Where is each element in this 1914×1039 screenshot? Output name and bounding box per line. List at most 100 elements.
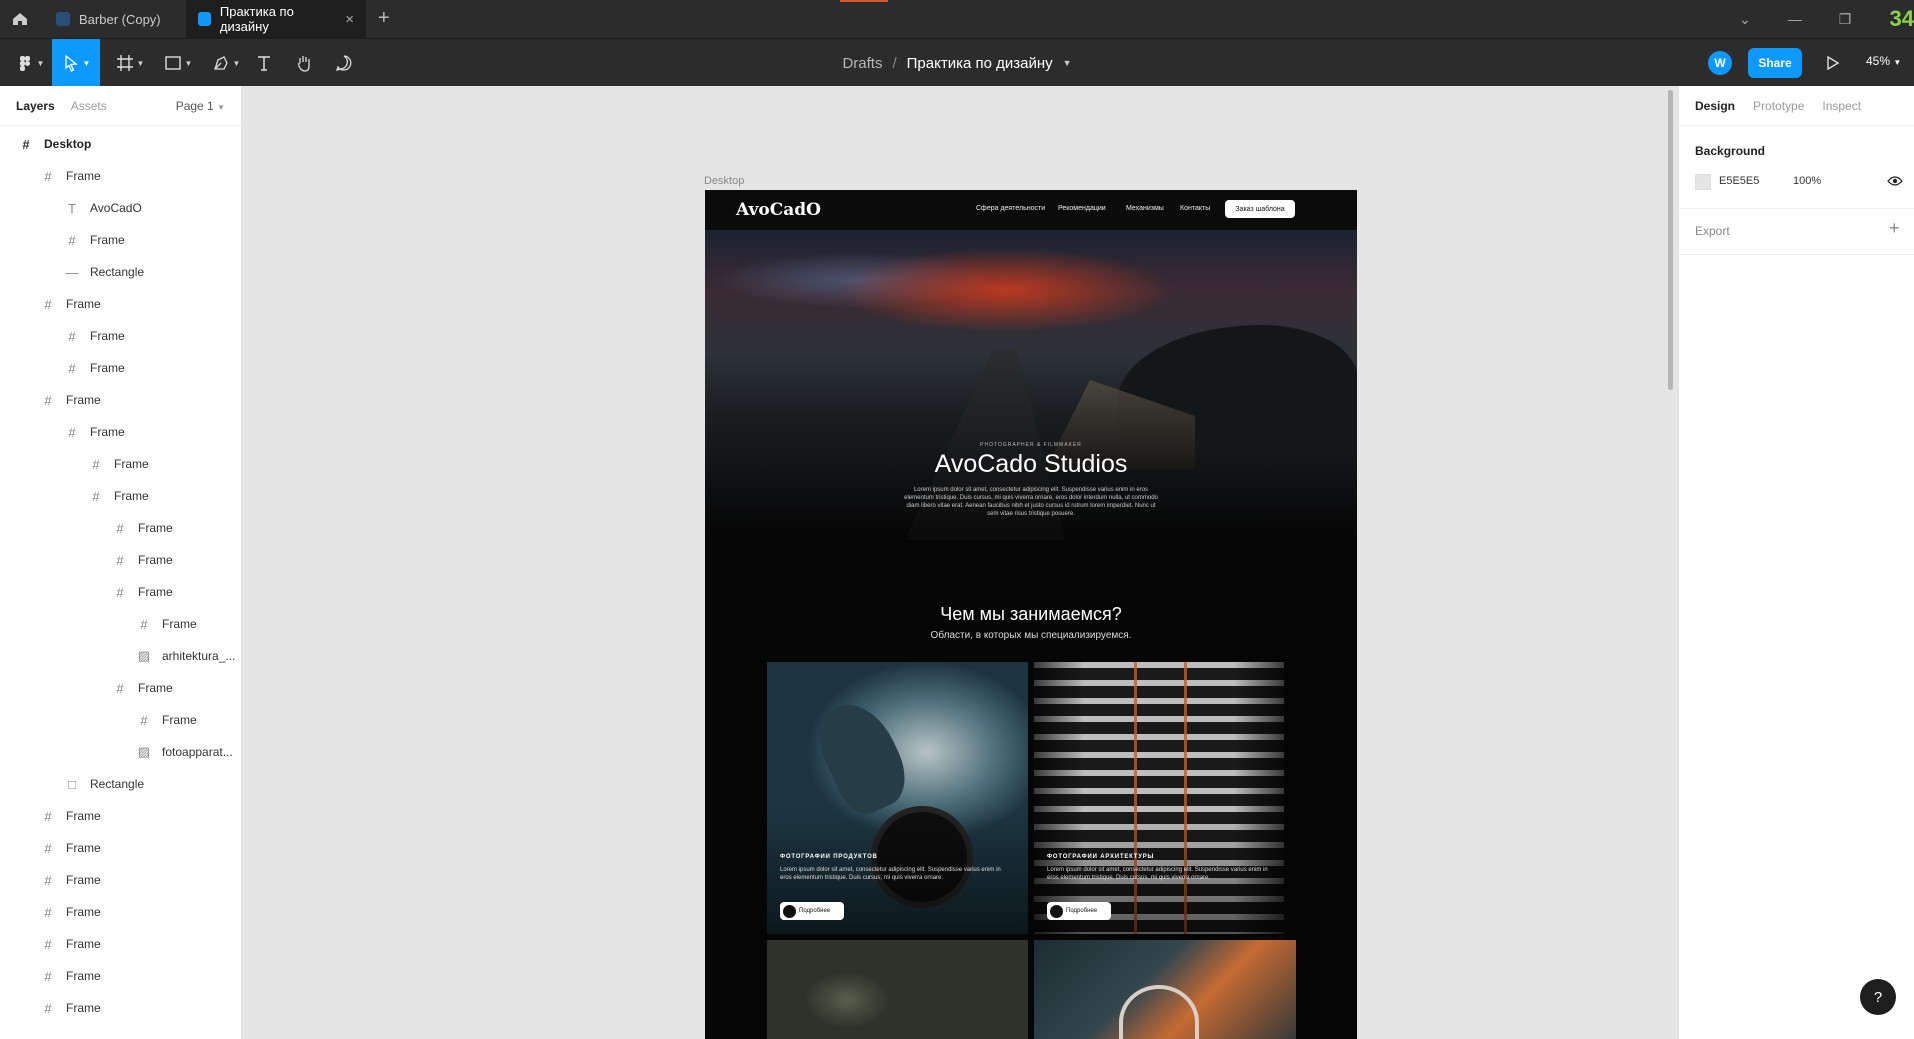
main-menu-button[interactable]: ▼ (10, 39, 50, 87)
frame-icon: # (140, 616, 148, 632)
layer-row[interactable]: # Frame (0, 864, 240, 896)
avatar[interactable]: W (1708, 51, 1732, 75)
file-name[interactable]: Практика по дизайну (907, 55, 1053, 72)
page-name: Page 1 (175, 98, 214, 113)
layer-row[interactable]: # Frame (0, 512, 240, 544)
chevron-down-icon: ▼ (217, 102, 225, 112)
play-icon[interactable] (1822, 53, 1842, 73)
layer-row[interactable]: # Frame (0, 608, 240, 640)
pen-icon (213, 56, 228, 70)
pen-tool-button[interactable]: ▼ (206, 39, 246, 87)
home-icon[interactable] (10, 9, 30, 29)
layer-row[interactable]: # Frame (0, 416, 240, 448)
close-icon[interactable]: × (345, 11, 354, 28)
image-icon: ▨ (137, 744, 151, 759)
card-button-label: Подробнее (799, 908, 831, 914)
breadcrumb-separator: / (892, 54, 897, 72)
desktop-frame[interactable]: AvoCadO Сфера деятельности Рекомендации … (705, 190, 1357, 1039)
nav-link: Рекомендации (1058, 205, 1106, 212)
add-export-plus-icon[interactable]: + (1889, 218, 1900, 239)
canvas[interactable]: Desktop AvoCadO Сфера деятельности Реком… (242, 86, 1678, 1039)
tab-prototype[interactable]: Prototype (1753, 99, 1804, 113)
page-selector[interactable]: Page 1 ▼ (176, 99, 225, 113)
frame-icon: # (116, 552, 124, 568)
layer-row[interactable]: # Frame (0, 320, 240, 352)
layer-row[interactable]: # Frame (0, 544, 240, 576)
layer-name: Frame (66, 905, 101, 919)
layer-name: Frame (138, 681, 173, 695)
layer-row[interactable]: # Frame (0, 576, 240, 608)
text-icon (258, 56, 270, 71)
layer-name: Frame (66, 969, 101, 983)
layer-row[interactable]: # Frame (0, 992, 240, 1024)
background-swatch[interactable] (1695, 174, 1711, 190)
layer-row[interactable]: # Frame (0, 224, 240, 256)
frame-icon: # (116, 520, 124, 536)
frame-tool-button[interactable]: ▼ (110, 39, 150, 87)
layer-row[interactable]: T AvoCadO (0, 192, 240, 224)
zoom-level[interactable]: 45% ▼ (1866, 54, 1901, 68)
layer-row[interactable]: ▨ arhitektura_... (0, 640, 240, 672)
frame-icon: # (44, 968, 52, 984)
layer-row[interactable]: ▨ fotoapparat... (0, 736, 240, 768)
chevron-down-icon[interactable]: ⌄ (1720, 0, 1770, 38)
layer-row[interactable]: # Frame (0, 448, 240, 480)
layer-row[interactable]: □ Rectangle (0, 768, 240, 800)
right-panel-tabs: Design Prototype Inspect (1679, 86, 1914, 126)
new-tab-plus-icon[interactable]: + (378, 7, 390, 30)
layer-row[interactable]: # Frame (0, 672, 240, 704)
help-button[interactable]: ? (1860, 979, 1896, 1015)
card-more-button: Подробнее (780, 902, 844, 920)
tab-assets[interactable]: Assets (71, 99, 107, 113)
tab-inspect[interactable]: Inspect (1822, 99, 1861, 113)
hand-tool-button[interactable] (284, 39, 324, 87)
layer-row[interactable]: # Frame (0, 704, 240, 736)
share-button[interactable]: Share (1748, 48, 1802, 78)
frame-icon: # (44, 392, 52, 408)
layer-name: Frame (66, 841, 101, 855)
chevron-down-icon[interactable]: ▼ (1063, 58, 1072, 68)
background-opacity-input[interactable]: 100% (1793, 175, 1821, 187)
layer-row[interactable]: # Desktop (0, 128, 240, 160)
card-button-label: Подробнее (1066, 908, 1098, 914)
layer-row[interactable]: # Frame (0, 480, 240, 512)
corner-number: 34 (1889, 6, 1914, 31)
layer-row[interactable]: # Frame (0, 800, 240, 832)
layer-row[interactable]: # Frame (0, 832, 240, 864)
frame-icon: # (44, 872, 52, 888)
title-bar: Barber (Copy) Практика по дизайну × + ⌄ … (0, 0, 1914, 38)
frame-icon: # (92, 456, 100, 472)
layer-row[interactable]: # Frame (0, 896, 240, 928)
layer-name: Rectangle (90, 265, 145, 279)
layer-row[interactable]: # Frame (0, 384, 240, 416)
layer-name: Desktop (44, 137, 92, 151)
layer-row[interactable]: # Frame (0, 288, 240, 320)
frame-icon: # (140, 712, 148, 728)
layer-name: Rectangle (90, 777, 145, 791)
background-hex-input[interactable]: E5E5E5 (1719, 175, 1759, 187)
layer-row[interactable]: — Rectangle (0, 256, 240, 288)
eye-icon[interactable] (1887, 175, 1903, 187)
minimize-icon[interactable]: — (1770, 0, 1820, 38)
text-icon: T (68, 200, 76, 216)
layer-row[interactable]: # Frame (0, 352, 240, 384)
frame-icon: # (44, 296, 52, 312)
text-tool-button[interactable] (244, 39, 284, 87)
tab-layers[interactable]: Layers (16, 99, 55, 113)
layer-row[interactable]: # Frame (0, 160, 240, 192)
frame-label[interactable]: Desktop (704, 175, 744, 187)
move-tool-button[interactable]: ▼ (52, 39, 100, 87)
layer-row[interactable]: # Frame (0, 960, 240, 992)
comment-tool-button[interactable] (324, 39, 364, 87)
tab-label: Практика по дизайну (219, 4, 294, 34)
layer-name: Frame (90, 233, 125, 247)
layer-name: Frame (114, 489, 149, 503)
layer-name: Frame (138, 553, 173, 567)
restore-icon[interactable]: ❐ (1820, 0, 1870, 38)
layer-row[interactable]: # Frame (0, 928, 240, 960)
breadcrumb-drafts[interactable]: Drafts (842, 55, 882, 72)
canvas-scrollbar[interactable] (1668, 90, 1673, 390)
tab-praktika[interactable]: Практика по дизайну × (186, 0, 366, 38)
shape-tool-button[interactable]: ▼ (158, 39, 198, 87)
tab-design[interactable]: Design (1695, 99, 1735, 113)
